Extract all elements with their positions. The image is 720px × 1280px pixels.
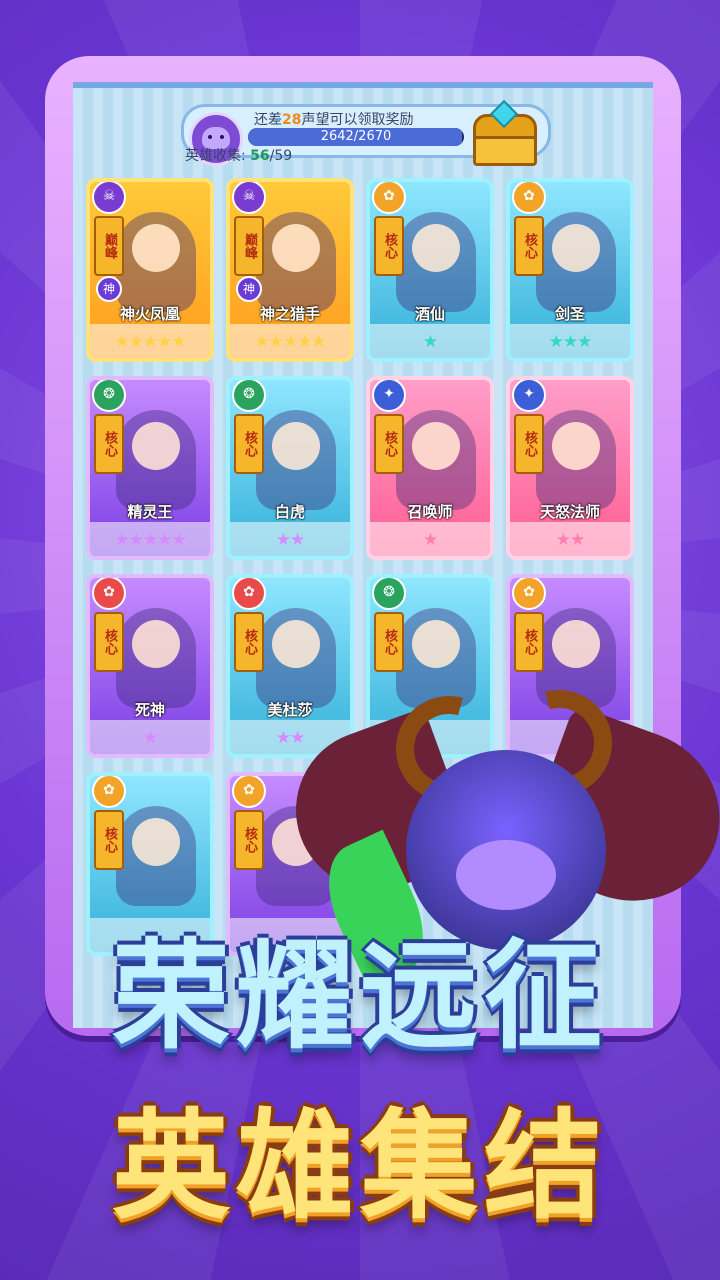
hero-rank-tag: 核心: [234, 612, 264, 672]
hero-star-rating: ★★★★★: [114, 332, 186, 352]
hero-star-rating: ★★: [275, 530, 305, 550]
hero-class-icon: ❂: [232, 380, 266, 412]
hero-card[interactable]: ❂ 核心白虎 ★★: [226, 376, 354, 560]
hero-card[interactable]: ❂ 核心精灵王 ★★★★★: [86, 376, 214, 560]
hero-class-icon: ✿: [232, 578, 266, 610]
hero-star-rating: ★: [422, 530, 438, 550]
hero-class-icon: ☠: [232, 182, 266, 214]
hero-rank-tag: 核心: [94, 810, 124, 870]
hero-rank-tag: 核心: [374, 612, 404, 672]
hero-rank-tag: 核心: [234, 810, 264, 870]
hero-star-rating: ★★: [555, 530, 585, 550]
hero-rank-tag: 核心: [374, 216, 404, 276]
divine-badge: 神: [236, 276, 262, 302]
reward-chest-icon[interactable]: [467, 99, 537, 166]
hero-class-icon: ✦: [512, 380, 546, 412]
hero-rank-tag: 核心: [514, 216, 544, 276]
prestige-progress-text: 2642/2670: [320, 129, 392, 144]
divine-badge: 神: [96, 276, 122, 302]
hero-card[interactable]: ✦ 核心召唤师 ★: [366, 376, 494, 560]
hero-card[interactable]: ✿ 核心死神 ★: [86, 574, 214, 758]
hero-star-rating: ★: [142, 728, 158, 748]
hero-star-rating: ★★★★★: [114, 530, 186, 550]
hero-name: 召唤师: [407, 503, 453, 521]
hero-name: 剑圣: [554, 305, 585, 323]
reward-message: 还差28声望可以领取奖励: [254, 112, 414, 128]
hero-rank-tag: 核心: [514, 612, 544, 672]
hero-rank-tag: 核心: [514, 414, 544, 474]
hero-class-icon: ✦: [372, 380, 406, 412]
hero-class-icon: ❂: [372, 578, 406, 610]
hero-class-icon: ☠: [92, 182, 126, 214]
hero-rank-tag: 巅峰: [234, 216, 264, 276]
hero-star-rating: ★: [422, 332, 438, 352]
hero-card[interactable]: ☠ 巅峰神神火凤凰 ★★★★★: [86, 178, 214, 362]
hero-class-icon: ✿: [512, 182, 546, 214]
hero-name: 神之猎手: [259, 305, 320, 323]
hero-card[interactable]: ☠ 巅峰神神之猎手 ★★★★★: [226, 178, 354, 362]
hero-rank-tag: 核心: [94, 414, 124, 474]
hero-name: 酒仙: [414, 305, 445, 323]
hero-class-icon: ✿: [232, 776, 266, 808]
hero-name: 死神: [134, 701, 165, 719]
hero-star-rating: ★★★★★: [254, 332, 326, 352]
hero-class-icon: ✿: [372, 182, 406, 214]
hero-name: 神火凤凰: [119, 305, 180, 323]
hero-class-icon: ✿: [92, 578, 126, 610]
hero-card[interactable]: ✿ 核心剑圣 ★★★: [506, 178, 634, 362]
reward-count: 28: [282, 112, 302, 128]
headline-line-1: 荣耀远征: [111, 927, 608, 1065]
hero-rank-tag: 核心: [374, 414, 404, 474]
hero-class-icon: ✿: [512, 578, 546, 610]
hero-name: 天怒法师: [539, 503, 600, 521]
hero-rank-tag: 核心: [94, 612, 124, 672]
prestige-progress: 2642/2670: [248, 128, 464, 146]
hero-rank-tag: 巅峰: [94, 216, 124, 276]
hero-name: 精灵王: [127, 503, 173, 521]
hero-star-rating: ★★★: [548, 332, 593, 352]
hero-rank-tag: 核心: [234, 414, 264, 474]
hero-class-icon: ❂: [92, 380, 126, 412]
hero-card[interactable]: ✿ 核心酒仙 ★: [366, 178, 494, 362]
hero-collection-count: 英雄收集: 56/59: [185, 148, 293, 164]
headline-line-2: 英雄集结: [111, 1097, 608, 1235]
hero-name: 白虎: [274, 503, 305, 521]
hero-class-icon: ✿: [92, 776, 126, 808]
hero-card[interactable]: ✦ 核心天怒法师 ★★: [506, 376, 634, 560]
